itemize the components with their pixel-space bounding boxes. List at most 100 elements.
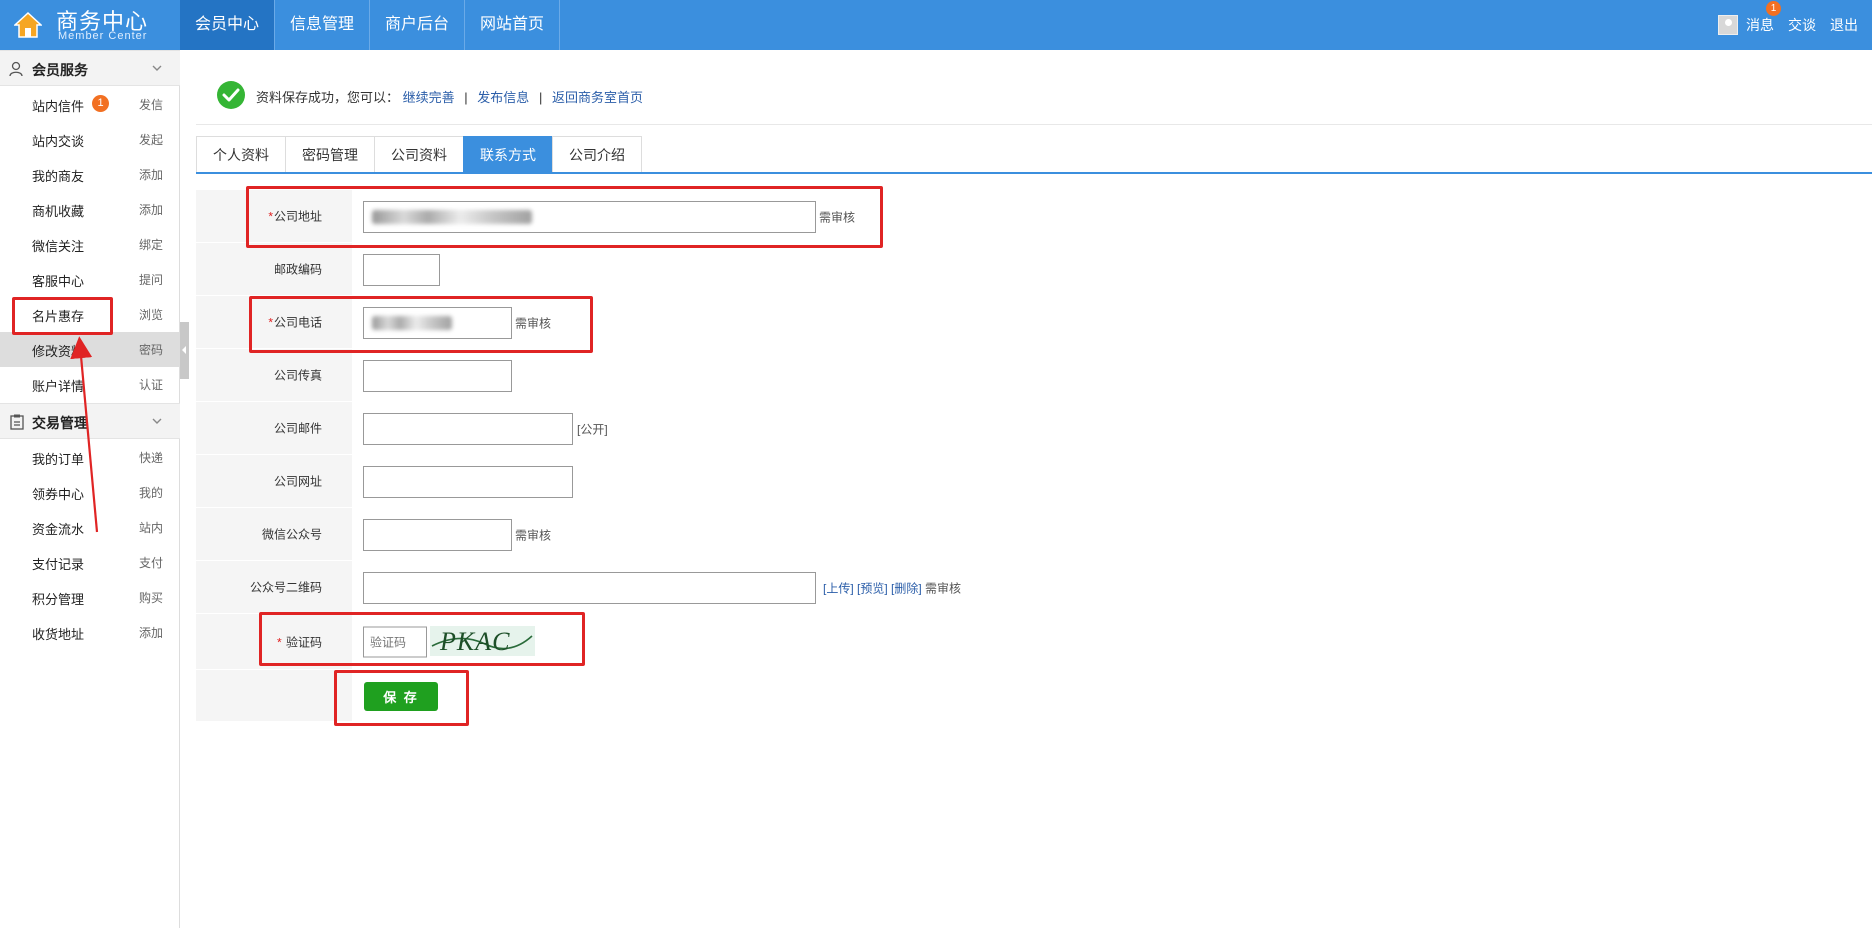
sidebar-item-label: 微信关注 [32, 239, 85, 254]
sidebar-item-action[interactable]: 浏览 [139, 306, 163, 323]
sidebar-item-action[interactable]: 密码 [139, 341, 163, 358]
row-label-cell: 公司网址 [196, 455, 352, 508]
sidebar-item-action[interactable]: 快递 [139, 449, 163, 466]
row-qrcode: 公众号二维码 [上传] [预览] [删除] 需审核 [196, 561, 1872, 614]
sidebar-item-action[interactable]: 我的 [139, 484, 163, 501]
row-fax: 公司传真 [196, 349, 1872, 402]
row-label-cell: 微信公众号 [196, 508, 352, 561]
sidebar-item-coupons[interactable]: 领券中心 我的 [0, 475, 180, 510]
sidebar-item-label: 修改资料 [32, 344, 85, 359]
qrcode-input[interactable] [363, 571, 816, 604]
row-label-cell: 邮政编码 [196, 243, 352, 296]
sidebar: 会员服务 站内信件 1 发信 站内交谈 发起 我的商友 添加 商机收藏 添加 微… [0, 50, 180, 928]
sidebar-item-label: 账户详情 [32, 379, 85, 394]
sidebar-item-action[interactable]: 站内 [139, 519, 163, 536]
sidebar-item-action[interactable]: 添加 [139, 166, 163, 183]
messages-link[interactable]: 消息 1 [1746, 1, 1781, 35]
wechat-input[interactable] [363, 518, 512, 551]
sidebar-item-label: 支付记录 [32, 557, 85, 572]
sidebar-item-inbox[interactable]: 站内信件 1 发信 [0, 87, 180, 122]
tab-company-intro[interactable]: 公司介绍 [552, 136, 642, 173]
nav-info-manage[interactable]: 信息管理 [275, 0, 371, 50]
profile-tabs: 个人资料 密码管理 公司资料 联系方式 公司介绍 [196, 136, 642, 173]
sidebar-item-label: 积分管理 [32, 592, 85, 607]
postcode-label: 邮政编码 [273, 262, 322, 277]
sidebar-item-label: 资金流水 [32, 522, 85, 537]
sidebar-item-label: 领券中心 [32, 487, 85, 502]
sidebar-item-action[interactable]: 添加 [139, 201, 163, 218]
nav-site-home[interactable]: 网站首页 [465, 0, 561, 50]
sidebar-item-cashflow[interactable]: 资金流水 站内 [0, 510, 180, 545]
qrcode-label: 公众号二维码 [249, 580, 322, 595]
email-input[interactable] [363, 412, 573, 445]
email-label: 公司邮件 [273, 421, 322, 436]
section-member-services[interactable]: 会员服务 [0, 50, 180, 86]
sidebar-item-account[interactable]: 账户详情 认证 [0, 367, 180, 402]
fax-label: 公司传真 [273, 368, 322, 383]
main-nav: 会员中心 信息管理 商户后台 网站首页 [180, 0, 561, 50]
row-postcode: 邮政编码 [196, 243, 1872, 296]
qrcode-preview-link[interactable]: [预览] [857, 581, 888, 595]
tab-contact[interactable]: 联系方式 [463, 136, 553, 173]
messages-label: 消息 [1746, 17, 1774, 33]
sidebar-item-edit-profile[interactable]: 修改资料 密码 [0, 332, 180, 367]
link-back-home[interactable]: 返回商务室首页 [552, 90, 643, 105]
row-label-cell: 公众号二维码 [196, 561, 352, 614]
user-icon [9, 61, 23, 77]
section-title: 会员服务 [32, 62, 88, 78]
sidebar-item-label: 我的商友 [32, 169, 85, 184]
row-label-cell: 公司邮件 [196, 402, 352, 455]
chevron-down-icon [152, 418, 162, 424]
sidebar-item-action[interactable]: 认证 [139, 376, 163, 393]
annotation-box-business-cards [12, 297, 113, 335]
chat-link[interactable]: 交谈 [1788, 15, 1816, 35]
tab-personal[interactable]: 个人资料 [196, 136, 286, 173]
sidebar-item-action[interactable]: 购买 [139, 589, 163, 606]
tab-underline [196, 172, 1872, 174]
sidebar-item-action[interactable]: 发信 [139, 96, 163, 113]
link-continue-editing[interactable]: 继续完善 [403, 90, 455, 105]
sidebar-item-payments[interactable]: 支付记录 支付 [0, 545, 180, 580]
sidebar-item-action[interactable]: 绑定 [139, 236, 163, 253]
home-icon [14, 11, 42, 38]
qrcode-upload-link[interactable]: [上传] [823, 581, 854, 595]
separator: | [464, 90, 468, 105]
sidebar-item-addresses[interactable]: 收货地址 添加 [0, 615, 180, 650]
email-public-hint: [公开] [577, 422, 608, 436]
sidebar-item-points[interactable]: 积分管理 购买 [0, 580, 180, 615]
row-label-cell: 公司传真 [196, 349, 352, 402]
section-trade-management[interactable]: 交易管理 [0, 403, 180, 439]
annotation-box-save [334, 670, 469, 726]
user-avatar-icon[interactable] [1718, 15, 1738, 35]
sidebar-item-orders[interactable]: 我的订单 快递 [0, 440, 180, 475]
postcode-input[interactable] [363, 253, 440, 286]
nav-merchant-backend[interactable]: 商户后台 [370, 0, 466, 50]
sidebar-item-wechat[interactable]: 微信关注 绑定 [0, 227, 180, 262]
qrcode-delete-link[interactable]: [删除] [891, 581, 922, 595]
section-title: 交易管理 [32, 415, 88, 431]
top-header: 商务中心 Member Center 会员中心 信息管理 商户后台 网站首页 消… [0, 0, 1872, 50]
brand[interactable]: 商务中心 Member Center [0, 0, 180, 50]
logout-link[interactable]: 退出 [1830, 15, 1858, 35]
sidebar-item-action[interactable]: 添加 [139, 624, 163, 641]
fax-input[interactable] [363, 359, 512, 392]
tab-company[interactable]: 公司资料 [374, 136, 464, 173]
inbox-badge: 1 [92, 95, 109, 112]
sidebar-item-action[interactable]: 提问 [139, 271, 163, 288]
sidebar-item-friends[interactable]: 我的商友 添加 [0, 157, 180, 192]
sidebar-item-support[interactable]: 客服中心 提问 [0, 262, 180, 297]
sidebar-item-favorites[interactable]: 商机收藏 添加 [0, 192, 180, 227]
sidebar-item-chat[interactable]: 站内交谈 发起 [0, 122, 180, 157]
sidebar-item-action[interactable]: 支付 [139, 554, 163, 571]
brand-subtitle: Member Center [58, 30, 148, 42]
sidebar-collapse-handle[interactable] [180, 322, 189, 379]
website-input[interactable] [363, 465, 573, 498]
sidebar-item-label: 站内信件 [32, 99, 85, 114]
annotation-box-address [246, 186, 883, 248]
tab-password[interactable]: 密码管理 [285, 136, 375, 173]
sidebar-item-action[interactable]: 发起 [139, 131, 163, 148]
nav-member-center[interactable]: 会员中心 [180, 0, 276, 50]
qrcode-hint: 需审核 [925, 581, 962, 595]
clipboard-icon [10, 414, 24, 430]
link-post-info[interactable]: 发布信息 [477, 90, 529, 105]
